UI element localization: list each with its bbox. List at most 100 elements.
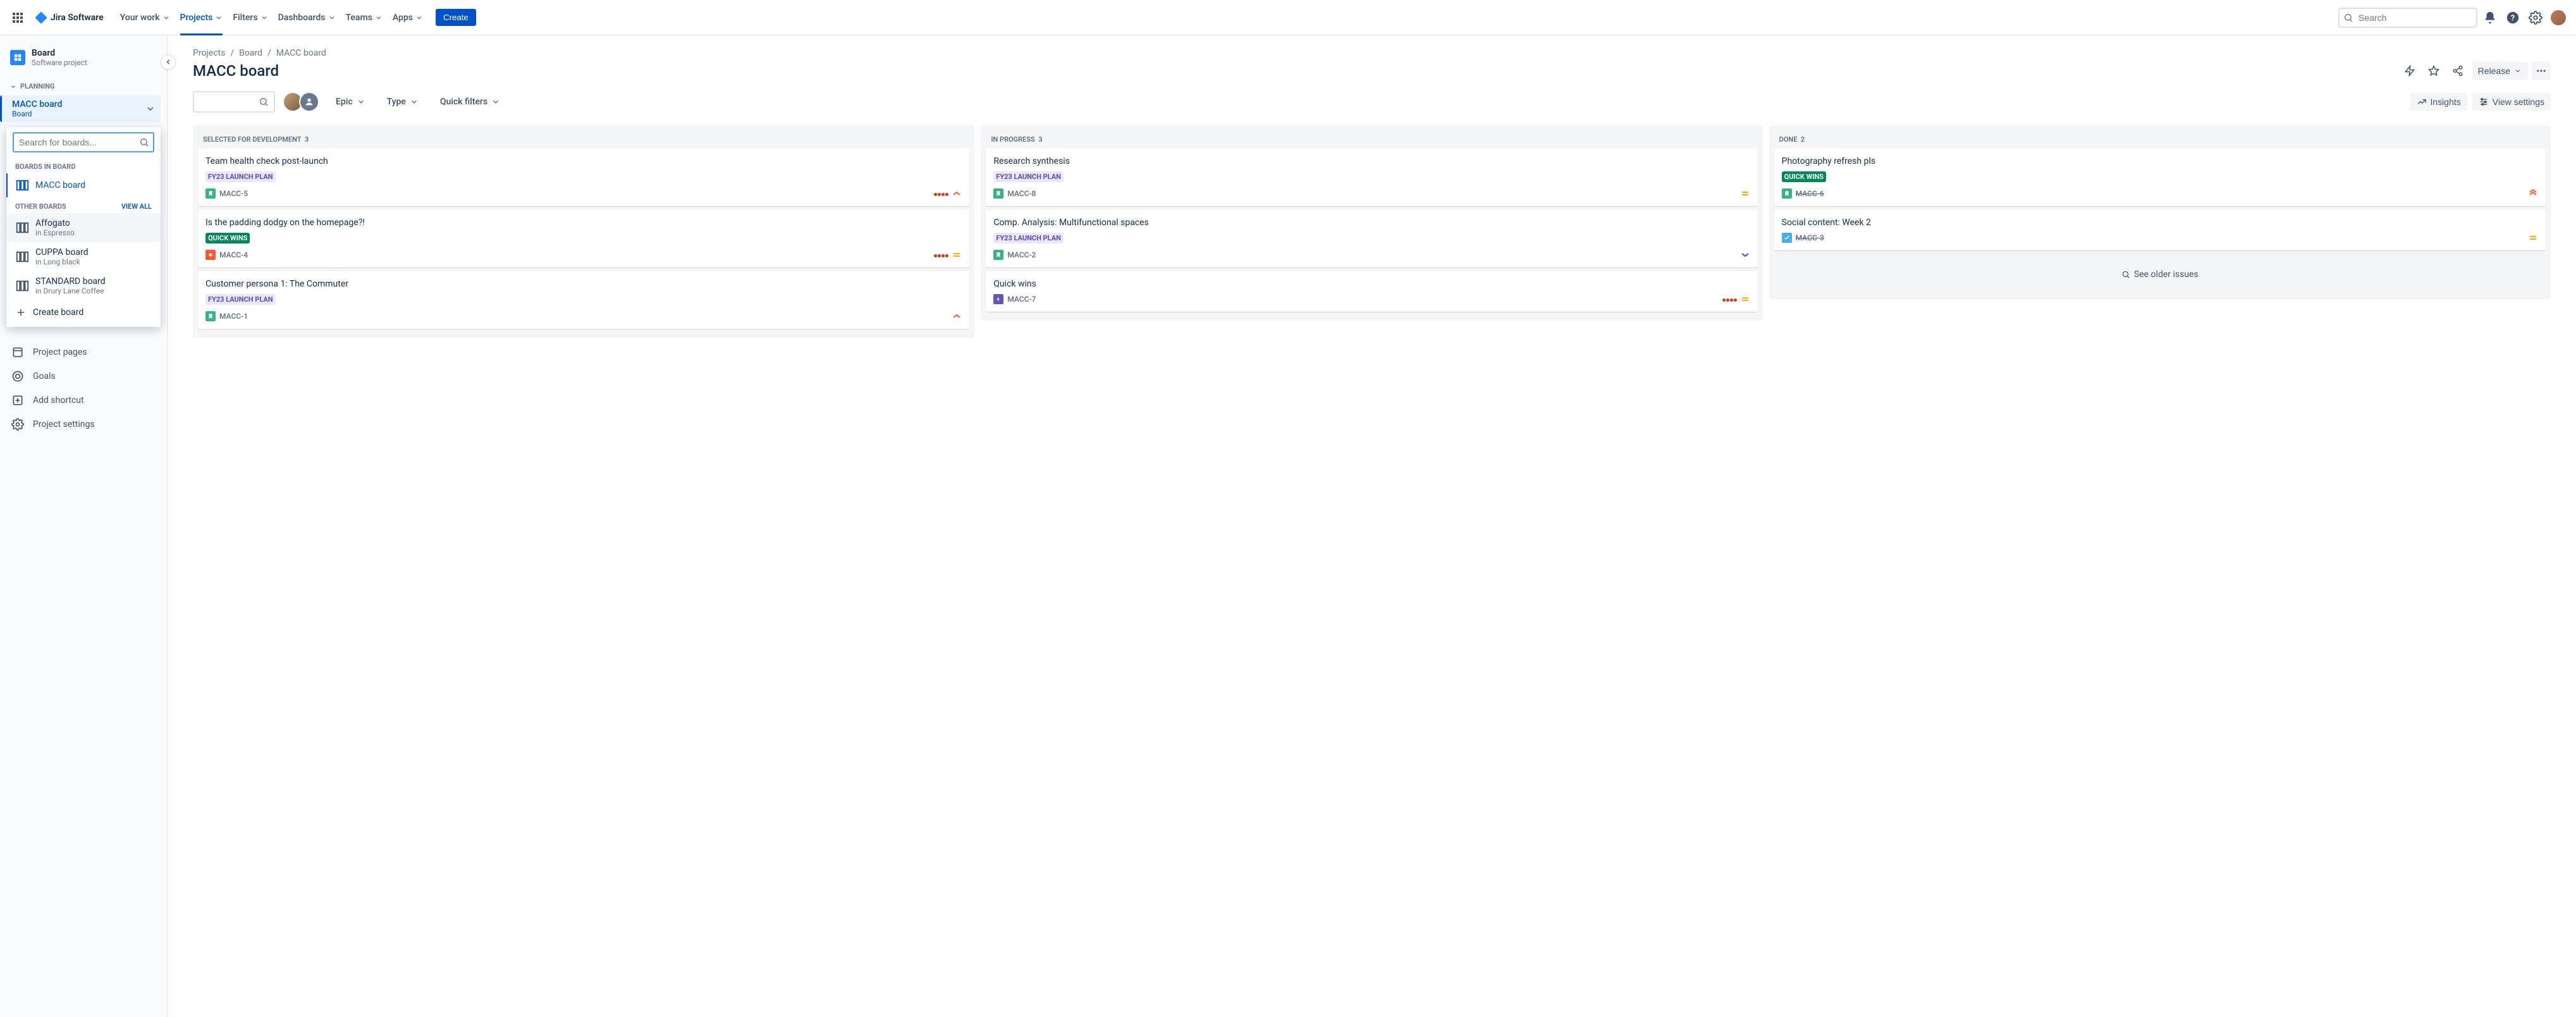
issue-key: MACC-3 — [1796, 233, 1824, 242]
issue-key: MACC-8 — [1007, 189, 1036, 198]
product-logo[interactable]: Jira Software — [30, 11, 107, 25]
issue-type-icon — [993, 188, 1003, 199]
project-subtitle: Software project — [32, 58, 87, 67]
unassigned-avatar[interactable] — [299, 92, 319, 112]
issue-card[interactable]: Photography refresh pls QUICK WINS MACC-… — [1774, 149, 2546, 206]
card-title: Quick wins — [993, 279, 1750, 289]
issue-card[interactable]: Comp. Analysis: Multifunctional spaces F… — [986, 210, 1757, 268]
nav-item-projects[interactable]: Projects — [175, 0, 228, 35]
global-search[interactable] — [2338, 8, 2477, 28]
planning-section-label[interactable]: PLANNING — [0, 80, 167, 93]
issue-card[interactable]: Customer persona 1: The Commuter FY23 LA… — [198, 271, 969, 329]
automation-icon[interactable] — [2400, 61, 2420, 81]
priority-icon — [1740, 188, 1750, 199]
insights-button[interactable]: Insights — [2410, 93, 2467, 111]
board-item[interactable]: CUPPA boardin Long black — [6, 242, 161, 271]
priority-icon — [952, 250, 962, 260]
star-icon[interactable] — [2424, 61, 2444, 81]
view-settings-button[interactable]: View settings — [2472, 93, 2551, 111]
sidebar-item-add-shortcut[interactable]: Add shortcut — [0, 389, 167, 412]
board-column: DONE 2 Photography refresh pls QUICK WIN… — [1769, 125, 2551, 300]
chevron-down-icon — [328, 14, 336, 22]
chevron-down-icon — [145, 104, 156, 114]
card-label: QUICK WINS — [205, 233, 250, 243]
issue-card[interactable]: Team health check post-launch FY23 LAUNC… — [198, 149, 969, 206]
breadcrumb-item[interactable]: Projects — [193, 48, 225, 58]
sidebar: Board Software project PLANNING MACC boa… — [0, 35, 168, 1017]
breadcrumb-item[interactable]: MACC board — [276, 48, 326, 58]
card-title: Comp. Analysis: Multifunctional spaces — [993, 218, 1750, 228]
card-title: Social content: Week 2 — [1782, 218, 2538, 228]
quick-filters[interactable]: Quick filters — [435, 93, 505, 111]
sidebar-item-icon — [11, 418, 24, 431]
chevron-down-icon — [163, 14, 170, 22]
assignee-filter[interactable] — [286, 92, 319, 112]
issue-card[interactable]: Is the padding dodgy on the homepage?! Q… — [198, 210, 969, 268]
issue-card[interactable]: Social content: Week 2 MACC-3 — [1774, 210, 2546, 250]
sidebar-item-goals[interactable]: Goals — [0, 365, 167, 388]
create-button[interactable]: Create — [436, 9, 476, 26]
board-item-active[interactable]: MACC board — [6, 173, 161, 197]
aging-dots — [934, 188, 949, 199]
issue-key: MACC-2 — [1007, 250, 1036, 259]
issue-key: MACC-6 — [1796, 189, 1824, 198]
view-all-link[interactable]: VIEW ALL — [121, 202, 152, 211]
issue-key: MACC-1 — [219, 312, 248, 321]
issue-card[interactable]: Research synthesis FY23 LAUNCH PLAN MACC… — [986, 149, 1757, 206]
board-search[interactable] — [193, 91, 275, 113]
project-header: Board Software project — [0, 48, 167, 80]
search-icon — [259, 97, 269, 107]
issue-type-icon — [993, 250, 1003, 260]
board-item[interactable]: Affogatoin Espresso — [6, 213, 161, 242]
search-input[interactable] — [2338, 8, 2477, 28]
svg-text:?: ? — [2511, 13, 2515, 23]
search-icon — [139, 137, 149, 147]
card-label: QUICK WINS — [1782, 171, 1826, 182]
notifications-icon[interactable] — [2480, 8, 2500, 28]
chevron-down-icon — [415, 14, 423, 22]
project-icon — [10, 50, 25, 65]
see-older-link[interactable]: See older issues — [1773, 254, 2547, 295]
epic-filter[interactable]: Epic — [331, 93, 371, 111]
settings-icon[interactable] — [2525, 8, 2546, 28]
priority-icon — [952, 311, 962, 321]
issue-type-icon — [1782, 188, 1792, 199]
issue-key: MACC-4 — [219, 250, 248, 259]
app-switcher-icon[interactable] — [8, 8, 28, 28]
nav-item-filters[interactable]: Filters — [228, 0, 273, 35]
profile-avatar[interactable] — [2548, 8, 2568, 28]
card-title: Photography refresh pls — [1782, 156, 2538, 166]
sidebar-collapse-button[interactable] — [161, 54, 176, 70]
board-selector[interactable]: MACC board Board — [0, 96, 161, 122]
issue-card[interactable]: Quick wins MACC-7 — [986, 271, 1757, 312]
boards-in-project-label: BOARDS IN BOARD — [6, 157, 161, 173]
breadcrumb-item[interactable]: Board — [239, 48, 262, 58]
share-icon[interactable] — [2448, 61, 2468, 81]
type-filter[interactable]: Type — [382, 93, 424, 111]
priority-icon — [1740, 250, 1750, 260]
nav-item-dashboards[interactable]: Dashboards — [273, 0, 341, 35]
board-icon — [15, 178, 29, 192]
sidebar-item-icon — [11, 394, 24, 407]
sidebar-item-project-settings[interactable]: Project settings — [0, 413, 167, 436]
card-label: FY23 LAUNCH PLAN — [993, 233, 1064, 243]
sidebar-item-project-pages[interactable]: Project pages — [0, 341, 167, 364]
more-actions-button[interactable] — [2532, 61, 2551, 80]
nav-item-teams[interactable]: Teams — [341, 0, 388, 35]
board-icon — [15, 250, 29, 264]
board-column: SELECTED FOR DEVELOPMENT 3 Team health c… — [193, 125, 974, 338]
issue-type-icon — [993, 294, 1003, 304]
release-button[interactable]: Release — [2472, 62, 2528, 80]
issue-type-icon — [205, 311, 216, 321]
create-board-button[interactable]: Create board — [6, 300, 161, 324]
top-nav: Jira Software Your workProjectsFiltersDa… — [0, 0, 2576, 35]
board-search-input[interactable] — [13, 132, 154, 152]
board-item[interactable]: STANDARD boardin Drury Lane Coffee — [6, 271, 161, 300]
nav-item-your-work[interactable]: Your work — [115, 0, 175, 35]
chevron-down-icon — [375, 14, 383, 22]
issue-type-icon — [205, 250, 216, 260]
help-icon[interactable]: ? — [2503, 8, 2523, 28]
nav-item-apps[interactable]: Apps — [388, 0, 428, 35]
issue-key: MACC-7 — [1007, 295, 1036, 304]
card-label: FY23 LAUNCH PLAN — [205, 294, 276, 305]
